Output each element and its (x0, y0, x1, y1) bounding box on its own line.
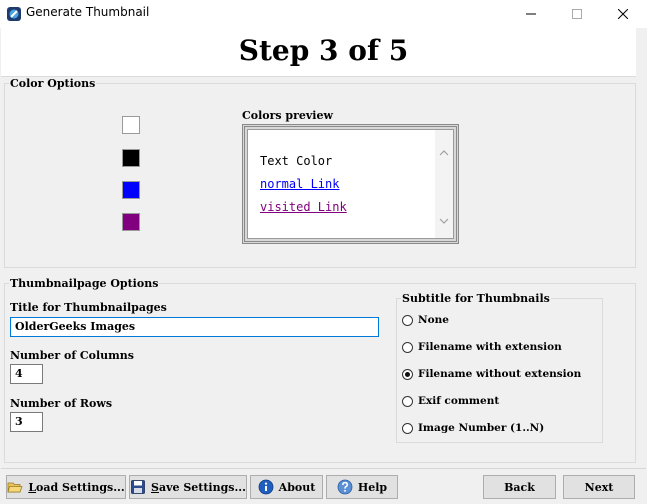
minimize-icon (526, 13, 536, 15)
background-color-swatch[interactable] (122, 116, 140, 134)
color-options-legend: Color Options (9, 77, 97, 90)
maximize-icon (572, 9, 582, 19)
about-label: About (278, 480, 316, 494)
load-settings-button[interactable]: Load Settings... (6, 475, 126, 499)
rows-input[interactable]: 3 (10, 412, 43, 432)
next-button[interactable]: Next (563, 475, 635, 499)
preview-scrollbar[interactable] (435, 130, 453, 238)
scroll-up-icon[interactable] (439, 150, 449, 156)
load-mnemonic: L (28, 480, 37, 494)
minimize-button[interactable] (508, 0, 554, 28)
colors-preview: Text Color normal Link visited Link (247, 129, 454, 239)
radio-button[interactable] (402, 314, 413, 326)
close-button[interactable] (600, 0, 646, 28)
back-button[interactable]: Back (483, 475, 556, 499)
floppy-disk-icon (131, 480, 145, 494)
columns-label: Number of Columns (10, 349, 135, 362)
subtitle-option-exif-comment[interactable]: Exif comment (402, 395, 499, 407)
save-settings-button[interactable]: Save Settings... (129, 475, 247, 499)
radio-label: Filename without extension (418, 368, 582, 380)
next-label: Next (584, 480, 614, 494)
text-color-swatch[interactable] (122, 149, 140, 167)
window-title: Generate Thumbnail (26, 5, 150, 19)
title-input[interactable]: OlderGeeks Images (10, 317, 379, 337)
app-icon (6, 6, 22, 22)
columns-input[interactable]: 4 (10, 364, 43, 384)
maximize-button[interactable] (554, 0, 600, 28)
preview-text-color: Text Color (260, 154, 333, 168)
link-color-swatch[interactable] (122, 181, 140, 199)
info-icon (258, 479, 274, 495)
radio-button[interactable] (402, 368, 413, 380)
close-icon (618, 9, 628, 19)
radio-label: Filename with extension (418, 341, 562, 353)
preview-visited-link[interactable]: visited Link (260, 200, 347, 214)
colors-preview-label: Colors preview (242, 109, 333, 122)
subtitle-legend: Subtitle for Thumbnails (401, 292, 551, 305)
about-button[interactable]: About (250, 475, 323, 499)
title-label: Title for Thumbnailpages (10, 301, 167, 314)
help-icon (337, 479, 353, 495)
save-label: ave Settings... (158, 480, 246, 494)
load-label: oad Settings... (36, 480, 125, 494)
folder-open-icon (7, 482, 23, 493)
subtitle-option-image-number[interactable]: Image Number (1..N) (402, 422, 544, 434)
radio-label: Exif comment (418, 395, 500, 407)
step-title: Step 3 of 5 (238, 34, 409, 67)
thumbnailpage-options-legend: Thumbnailpage Options (9, 277, 160, 290)
subtitle-option-none[interactable]: None (402, 314, 449, 326)
rows-label: Number of Rows (10, 397, 113, 410)
preview-normal-link[interactable]: normal Link (260, 177, 339, 191)
radio-button[interactable] (402, 341, 413, 353)
radio-button[interactable] (402, 422, 413, 434)
radio-label: Image Number (1..N) (418, 422, 545, 434)
subtitle-option-filename-with-extension[interactable]: Filename with extension (402, 341, 562, 353)
help-label: Help (357, 480, 388, 494)
help-button[interactable]: Help (326, 475, 398, 499)
save-mnemonic: S (151, 480, 159, 494)
subtitle-option-filename-without-extension[interactable]: Filename without extension (402, 368, 581, 380)
visited-link-color-swatch[interactable] (122, 213, 140, 231)
colors-preview-frame: Text Color normal Link visited Link (242, 124, 459, 244)
back-label: Back (504, 480, 535, 494)
radio-button[interactable] (402, 395, 413, 407)
scroll-down-icon[interactable] (439, 218, 449, 224)
radio-label: None (418, 314, 449, 326)
